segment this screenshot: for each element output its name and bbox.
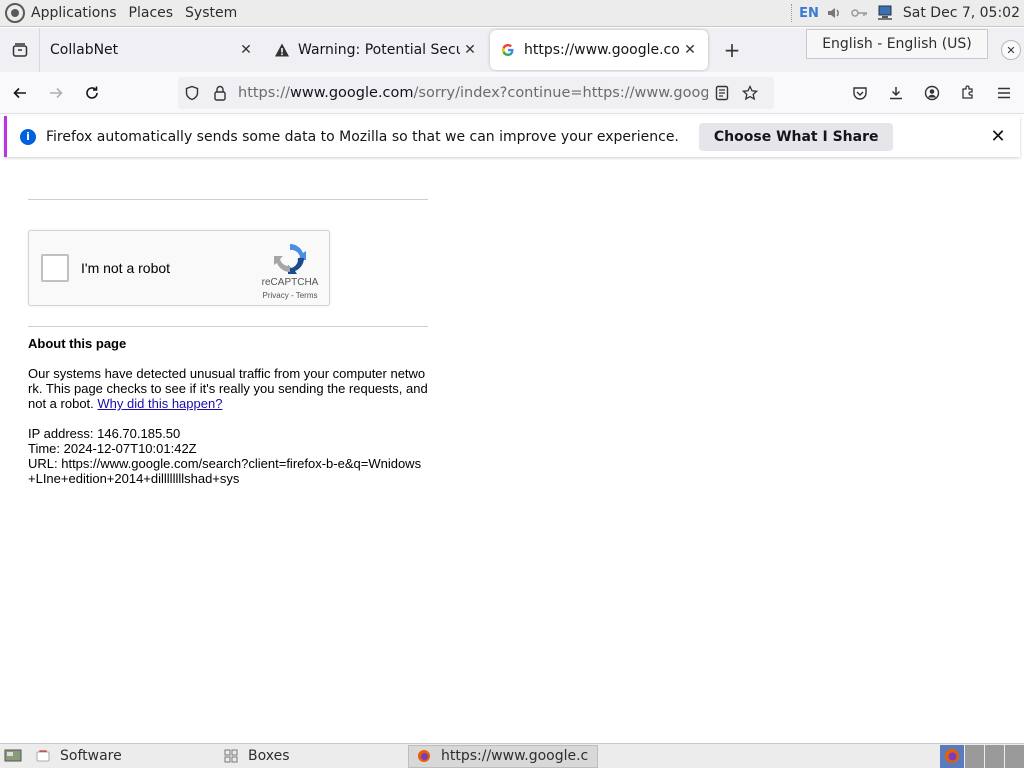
arrow-right-icon bbox=[50, 87, 63, 98]
keyboard-layout-indicator[interactable]: EN bbox=[799, 6, 819, 21]
url-path: /sorry/index?continue=https://www.google… bbox=[413, 85, 708, 101]
language-popup: English - English (US) bbox=[806, 29, 988, 59]
bookmark-star-icon[interactable] bbox=[736, 77, 764, 109]
notification-message: Firefox automatically sends some data to… bbox=[46, 128, 679, 145]
top-panel: Applications Places System EN Sat Dec 7,… bbox=[0, 0, 1024, 27]
tab-title: Warning: Potential Security Risk Ahead bbox=[298, 42, 460, 58]
system-tray: EN Sat Dec 7, 05:02 bbox=[791, 0, 1024, 27]
data-collection-notification: i Firefox automatically sends some data … bbox=[4, 116, 1020, 157]
lock-icon[interactable] bbox=[206, 77, 234, 109]
clock[interactable]: Sat Dec 7, 05:02 bbox=[903, 5, 1020, 21]
close-icon[interactable]: ✕ bbox=[1001, 40, 1021, 60]
nav-bar: https://www.google.com/sorry/index?conti… bbox=[0, 72, 1024, 114]
divider bbox=[28, 326, 428, 327]
bottom-taskbar: Software Boxes https://www.google.c... bbox=[0, 743, 1024, 768]
firefox-icon bbox=[417, 749, 431, 763]
recaptcha-links[interactable]: Privacy - Terms bbox=[251, 291, 329, 300]
request-url: URL: https://www.google.com/search?clien… bbox=[28, 456, 422, 486]
ip-address: IP address: 146.70.185.50 bbox=[28, 426, 181, 441]
app-menu-button[interactable] bbox=[988, 77, 1020, 109]
toolbar-right bbox=[840, 77, 1020, 109]
firefox-launcher[interactable] bbox=[940, 744, 964, 768]
why-did-this-happen-link[interactable]: Why did this happen? bbox=[97, 396, 222, 411]
menu-places[interactable]: Places bbox=[129, 5, 174, 21]
unusual-traffic-message: Our systems have detected unusual traffi… bbox=[28, 366, 428, 411]
taskbar-label: Boxes bbox=[248, 748, 290, 764]
url-domain: www.google.com bbox=[289, 85, 414, 101]
workspace-3[interactable] bbox=[1004, 744, 1024, 768]
show-desktop-button[interactable] bbox=[0, 745, 28, 768]
divider bbox=[28, 199, 428, 200]
network-icon[interactable] bbox=[877, 5, 895, 21]
extensions-button[interactable] bbox=[952, 77, 984, 109]
taskbar-label: https://www.google.c... bbox=[441, 748, 589, 764]
tray-separator bbox=[791, 4, 793, 22]
forward-button[interactable] bbox=[40, 77, 72, 109]
workspace-2[interactable] bbox=[984, 744, 1004, 768]
tracking-protection-shield-icon[interactable] bbox=[178, 77, 206, 109]
workspace-switcher bbox=[940, 744, 1024, 768]
workspace-1[interactable] bbox=[964, 744, 984, 768]
close-icon[interactable]: ✕ bbox=[988, 126, 1008, 147]
tab-google-sorry[interactable]: https://www.google.com/sorry/index ✕ bbox=[490, 30, 708, 70]
back-button[interactable] bbox=[4, 77, 36, 109]
recaptcha-checkbox[interactable] bbox=[41, 254, 69, 282]
tab-overview-button[interactable] bbox=[0, 28, 40, 72]
unusual-traffic-text: Our systems have detected unusual traffi… bbox=[28, 366, 428, 411]
boxes-icon bbox=[224, 749, 238, 763]
close-icon[interactable]: ✕ bbox=[460, 40, 480, 60]
warning-icon bbox=[274, 42, 290, 58]
tab-title: CollabNet bbox=[50, 42, 119, 58]
menu-system[interactable]: System bbox=[185, 5, 237, 21]
volume-icon[interactable] bbox=[825, 5, 843, 21]
tab-security-warning[interactable]: Warning: Potential Security Risk Ahead ✕ bbox=[264, 30, 488, 70]
reader-view-icon[interactable] bbox=[708, 77, 736, 109]
close-icon[interactable]: ✕ bbox=[680, 40, 700, 60]
new-tab-button[interactable]: + bbox=[714, 32, 750, 68]
download-icon bbox=[890, 87, 902, 100]
pocket-icon bbox=[853, 87, 867, 100]
menu-applications[interactable]: Applications bbox=[31, 5, 117, 21]
software-icon bbox=[36, 749, 50, 763]
taskbar-firefox[interactable]: https://www.google.c... bbox=[408, 744, 598, 768]
recaptcha-label: I'm not a robot bbox=[81, 260, 171, 276]
url-text[interactable]: https://www.google.com/sorry/index?conti… bbox=[238, 85, 708, 101]
taskbar-software[interactable]: Software bbox=[28, 745, 216, 768]
google-g-icon bbox=[500, 42, 516, 58]
recaptcha-widget: I'm not a robot reCAPTCHA Privacy - Term… bbox=[28, 230, 330, 306]
url-scheme: https:// bbox=[238, 85, 290, 101]
request-details: IP address: 146.70.185.50 Time: 2024-12-… bbox=[28, 426, 428, 486]
pocket-button[interactable] bbox=[844, 77, 876, 109]
puzzle-icon bbox=[962, 85, 973, 99]
arrow-left-icon bbox=[13, 87, 26, 98]
account-button[interactable] bbox=[916, 77, 948, 109]
request-time: Time: 2024-12-07T10:01:42Z bbox=[28, 441, 197, 456]
hamburger-menu-icon bbox=[998, 87, 1010, 99]
tab-collabnet[interactable]: CollabNet ✕ bbox=[40, 30, 264, 70]
tab-title: https://www.google.com/sorry/index bbox=[524, 42, 680, 58]
close-icon[interactable]: ✕ bbox=[236, 40, 256, 60]
reload-icon bbox=[86, 86, 98, 99]
info-icon: i bbox=[20, 128, 36, 145]
recaptcha-brand: reCAPTCHA bbox=[261, 277, 319, 288]
page-content: I'm not a robot reCAPTCHA Privacy - Term… bbox=[0, 161, 1024, 743]
url-bar[interactable]: https://www.google.com/sorry/index?conti… bbox=[178, 77, 774, 109]
list-all-tabs-icon bbox=[12, 43, 27, 57]
taskbar-label: Software bbox=[60, 748, 122, 764]
desktop-icon bbox=[4, 749, 22, 762]
about-title: About this page bbox=[28, 336, 127, 351]
choose-what-i-share-button[interactable]: Choose What I Share bbox=[698, 122, 894, 151]
key-icon[interactable] bbox=[851, 5, 869, 21]
recaptcha-logo-icon bbox=[274, 244, 306, 274]
distro-logo-icon[interactable] bbox=[5, 3, 25, 23]
firefox-icon bbox=[945, 749, 959, 763]
taskbar-boxes[interactable]: Boxes bbox=[216, 745, 404, 768]
account-icon bbox=[924, 85, 940, 101]
downloads-button[interactable] bbox=[880, 77, 912, 109]
reload-button[interactable] bbox=[76, 77, 108, 109]
